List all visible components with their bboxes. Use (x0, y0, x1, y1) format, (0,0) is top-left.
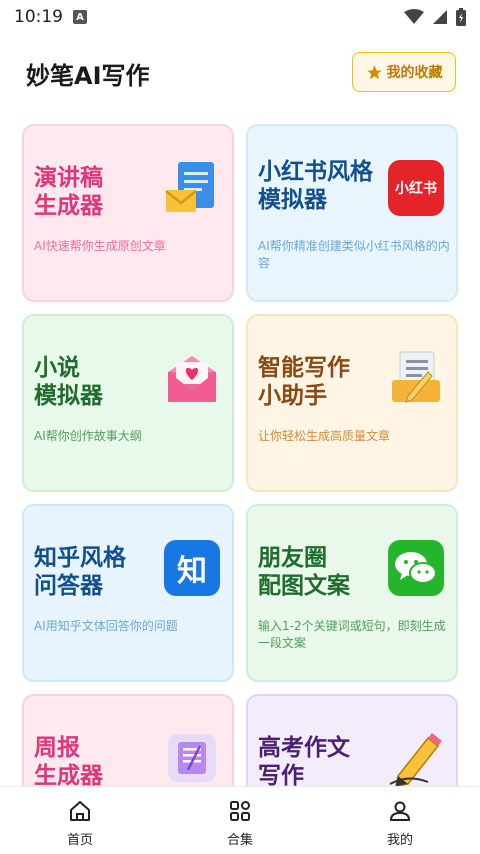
wechat-icon (388, 540, 444, 596)
favorites-label: 我的收藏 (386, 65, 443, 81)
card-smart-writing-assistant[interactable]: 智能写作 小助手 让你轻松生成高质量文章 (246, 314, 458, 492)
notepad-icon (168, 734, 216, 782)
page-title: 妙笔AI写作 (26, 62, 150, 90)
notification-icon: A (73, 10, 87, 24)
nav-mine-label: 我的 (386, 833, 413, 848)
status-icons (404, 8, 466, 26)
card-title: 周报 生成器 (34, 735, 103, 786)
card-gaokao-essay[interactable]: 高考作文 写作 (246, 694, 458, 786)
card-title: 小红书风格模拟器 (258, 159, 373, 213)
favorites-button[interactable]: 我的收藏 (352, 52, 456, 92)
zhihu-icon-text: 知 (177, 554, 207, 589)
document-envelope-icon (165, 162, 214, 212)
card-weekly-report-generator[interactable]: 周报 生成器 (22, 694, 234, 786)
card-title: 知乎风格 问答器 (34, 545, 126, 599)
card-title: 演讲稿 生成器 (34, 165, 103, 219)
signal-icon (433, 10, 447, 24)
tool-grid: 演讲稿 生成器 AI快速帮你生成原创文章 小红书风格模拟器 AI帮你精准创建类似… (0, 124, 480, 786)
nav-collection-label: 合集 (226, 833, 253, 848)
nav-collection[interactable]: 合集 (160, 787, 320, 854)
love-letter-icon (168, 356, 216, 402)
status-bar: 10:19 A (0, 0, 480, 34)
nav-home-label: 首页 (66, 833, 93, 848)
nav-mine[interactable]: 我的 (320, 787, 480, 854)
notepad-pencil-icon (392, 351, 440, 403)
card-desc: 输入1-2个关键词或短句，即刻生成一段文案 (258, 619, 446, 650)
card-desc: AI帮你精准创建类似小红书风格的内容 (258, 239, 450, 270)
grid-icon (230, 801, 250, 821)
card-title: 高考作文 写作 (258, 735, 350, 786)
bottom-nav: 首页 合集 我的 (0, 786, 480, 854)
card-desc: AI帮你创作故事大纲 (34, 429, 142, 443)
card-title: 朋友圈 配图文案 (258, 545, 350, 599)
battery-icon (456, 8, 466, 26)
card-novel-simulator[interactable]: 小说 模拟器 AI帮你创作故事大纲 (22, 314, 234, 492)
card-zhihu-qa[interactable]: 知乎风格 问答器 AI用知乎文体回答你的问题 知 (22, 504, 234, 682)
card-desc: AI快速帮你生成原创文章 (34, 239, 166, 253)
status-time: 10:19 (14, 7, 63, 27)
wifi-icon (404, 9, 424, 24)
xiaohongshu-icon-text: 小红书 (395, 181, 437, 197)
card-xiaohongshu-simulator[interactable]: 小红书风格模拟器 AI帮你精准创建类似小红书风格的内容 小红书 (246, 124, 458, 302)
home-icon (70, 801, 90, 821)
star-icon (366, 64, 382, 79)
person-icon (390, 801, 410, 821)
card-desc: AI用知乎文体回答你的问题 (34, 619, 178, 633)
pencil-icon (389, 733, 442, 786)
xiaohongshu-icon: 小红书 (388, 160, 444, 216)
card-speech-generator[interactable]: 演讲稿 生成器 AI快速帮你生成原创文章 (22, 124, 234, 302)
card-moments-copy[interactable]: 朋友圈 配图文案 输入1-2个关键词或短句，即刻生成一段文案 (246, 504, 458, 682)
zhihu-icon: 知 (164, 540, 220, 596)
app-header: 妙笔AI写作 我的收藏 (0, 48, 480, 98)
card-desc: 让你轻松生成高质量文章 (258, 429, 391, 443)
nav-home[interactable]: 首页 (0, 787, 160, 854)
card-title: 小说 模拟器 (34, 355, 103, 409)
card-title: 智能写作 小助手 (258, 355, 350, 409)
